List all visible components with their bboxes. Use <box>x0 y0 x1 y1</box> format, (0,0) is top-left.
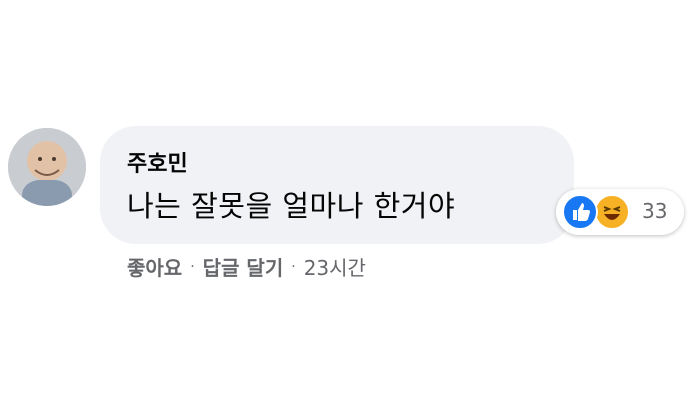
avatar[interactable] <box>8 128 86 206</box>
like-icon <box>562 194 598 230</box>
comment-text: 나는 잘못을 얼마나 한거야 <box>127 189 456 223</box>
haha-icon <box>594 194 630 230</box>
comment-author[interactable]: 주호민 <box>127 146 188 178</box>
comment-actions: 좋아요 · 답글 달기 · 23시간 <box>127 252 366 281</box>
like-button[interactable]: 좋아요 <box>127 252 182 281</box>
reply-button[interactable]: 답글 달기 <box>203 252 284 281</box>
reaction-count: 33 <box>642 199 668 223</box>
comment-bubble: 주호민 나는 잘못을 얼마나 한거야 <box>100 126 574 244</box>
avatar-photo <box>8 128 86 206</box>
separator: · <box>291 258 296 275</box>
reaction-summary[interactable]: 33 <box>556 189 684 235</box>
separator: · <box>190 258 195 275</box>
timestamp[interactable]: 23시간 <box>304 252 366 281</box>
